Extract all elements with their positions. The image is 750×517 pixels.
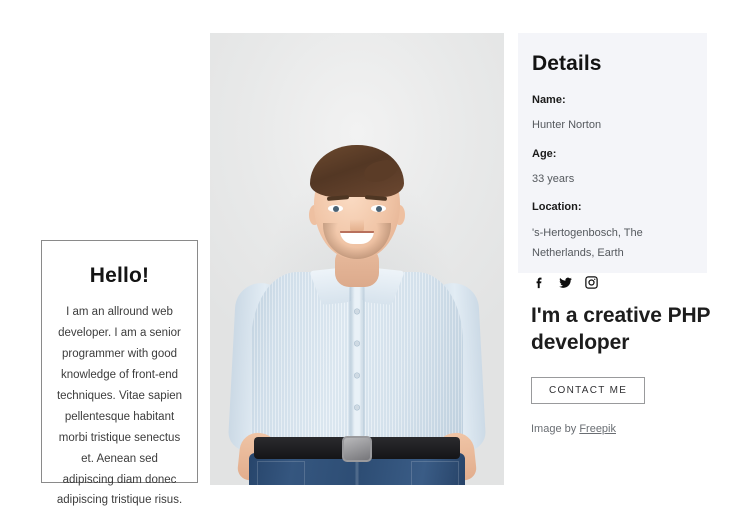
person-pupil-left [332, 205, 339, 212]
details-title: Details [532, 52, 602, 75]
shirt-button [354, 405, 360, 410]
person-pupil-right [375, 205, 382, 212]
photo-background [210, 33, 504, 485]
instagram-icon[interactable] [584, 275, 599, 290]
detail-label-name: Name: [532, 94, 566, 107]
shirt-button [354, 309, 360, 314]
person-eye-left [328, 205, 343, 212]
image-credit: Image by Freepik [531, 422, 731, 436]
belt-buckle [342, 436, 372, 462]
detail-value-location: 's-Hertogenbosch, The Netherlands, Earth [532, 226, 643, 260]
hello-title: Hello! [89, 264, 150, 287]
detail-label-age: Age: [532, 147, 557, 160]
twitter-icon[interactable] [558, 275, 573, 290]
jeans-pocket-left [257, 461, 305, 485]
page-root: Hello! I am an allround web developer. I… [0, 0, 750, 517]
detail-value-age: 33 years [532, 173, 575, 186]
image-credit-prefix: Image by [531, 422, 580, 435]
detail-label-location: Location: [532, 201, 582, 214]
shirt-button [354, 341, 360, 346]
profile-photo [210, 33, 504, 485]
freepik-link[interactable]: Freepik [579, 423, 616, 435]
hello-card: Hello! I am an allround web developer. I… [41, 240, 198, 506]
contact-me-button[interactable]: CONTACT ME [531, 376, 646, 404]
shirt-button [354, 373, 360, 378]
promo-title: I'm a creative PHP developer [531, 304, 711, 354]
social-links [532, 275, 693, 290]
details-panel: Details Name: Hunter Norton Age: 33 year… [518, 33, 707, 290]
hello-body-text: I am an allround web developer. I am a s… [56, 306, 183, 507]
promo-block: I'm a creative PHP developer CONTACT ME … [531, 303, 731, 436]
detail-value-name: Hunter Norton [532, 119, 602, 132]
person-eye-right [371, 205, 386, 212]
jeans-pocket-right [411, 461, 459, 485]
person-shirt-placket [349, 285, 365, 437]
facebook-icon[interactable] [532, 275, 547, 290]
